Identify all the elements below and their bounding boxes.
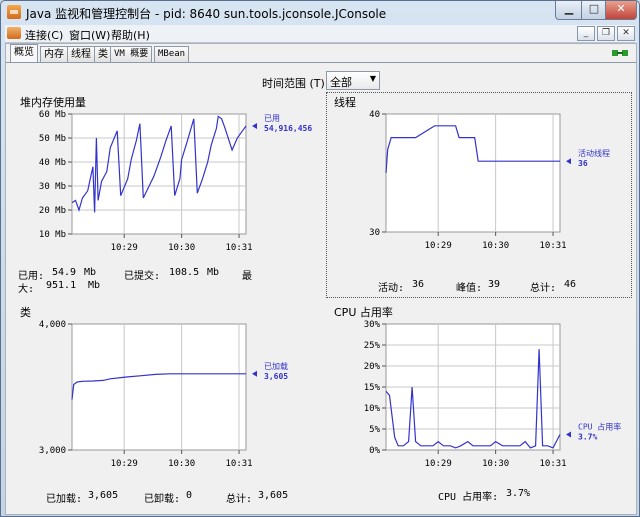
classes-loaded-value: 3,605 — [88, 490, 119, 501]
menu-help[interactable]: 帮助(H) — [111, 27, 150, 43]
y-tick-label: 15% — [364, 383, 381, 393]
tab-threads[interactable]: 线程 — [67, 46, 95, 62]
menu-bar: 连接(C) 窗口(W) 帮助(H) _ ❐ ✕ — [5, 25, 635, 43]
title-bar[interactable]: Java 监视和管理控制台 - pid: 8640 sun.tools.jcon… — [1, 1, 639, 23]
classes-loaded-label: 已加载: — [46, 494, 83, 505]
connected-icon — [612, 50, 628, 56]
threads-total-label: 总计: — [530, 283, 557, 294]
plot-area — [385, 113, 561, 233]
menu-window[interactable]: 窗口(W) — [69, 27, 110, 43]
heap-max-label-b: 大: — [18, 284, 35, 295]
y-tick-label: 40 Mb — [39, 158, 66, 168]
heap-max-label-a: 最 — [242, 271, 252, 282]
threads-peak-value: 39 — [488, 279, 501, 290]
series-value-label: 3.7% — [578, 432, 597, 441]
y-tick-label: 60 Mb — [39, 110, 66, 120]
close-button[interactable]: ✕ — [605, 1, 637, 20]
inner-restore-button[interactable]: ❐ — [597, 26, 615, 41]
inner-close-button[interactable]: ✕ — [617, 26, 635, 41]
x-tick-label: 10:29 — [425, 459, 452, 469]
series-label: CPU 占用率 — [578, 421, 621, 431]
cpu-usage-label: CPU 占用率: — [438, 492, 499, 503]
series-value-label: 54,916,456 — [264, 124, 312, 133]
series-value-label: 36 — [578, 159, 588, 168]
y-tick-label: 30 — [369, 228, 380, 238]
y-tick-label: 30% — [364, 320, 381, 330]
classes-unloaded-value: 0 — [186, 490, 193, 501]
y-tick-label: 0% — [369, 446, 380, 456]
overview-content: 概览 内存 线程 类 VM 概要 MBean 时间范围 (T): 全部 ▼ 堆内… — [5, 43, 637, 515]
time-range-label: 时间范围 (T): — [262, 77, 329, 90]
tab-mbean[interactable]: MBean — [154, 46, 190, 62]
jconsole-icon — [7, 27, 21, 39]
classes-total-label: 总计: — [226, 494, 253, 505]
time-range-select[interactable]: 全部 ▼ — [326, 71, 380, 90]
threads-live-label: 活动: — [378, 283, 405, 294]
inner-minimize-button[interactable]: _ — [577, 26, 595, 41]
y-tick-label: 40 — [369, 110, 380, 120]
classes-total-value: 3,605 — [258, 490, 289, 501]
x-tick-label: 10:31 — [225, 459, 252, 469]
cpu-usage-value: 3.7% — [506, 488, 531, 499]
x-tick-label: 10:30 — [168, 243, 195, 253]
y-tick-label: 25% — [364, 341, 381, 351]
x-tick-label: 10:29 — [111, 243, 138, 253]
series-label: 活动线程 — [578, 148, 610, 158]
minimize-button[interactable]: ▁ — [555, 1, 583, 20]
series-marker-icon — [566, 431, 571, 438]
series-value-label: 3,605 — [264, 372, 288, 381]
chevron-down-icon: ▼ — [369, 74, 376, 83]
heap-chart: 60 Mb 50 Mb 40 Mb 30 Mb 20 Mb 10 Mb 10:29 10:30… — [39, 110, 312, 253]
tab-divider — [6, 62, 636, 63]
y-tick-label: 4,000 — [39, 320, 66, 330]
y-tick-label: 20 Mb — [39, 206, 66, 216]
series-marker-icon — [252, 123, 257, 129]
y-tick-label: 10 Mb — [39, 230, 66, 240]
threads-chart: 40 30 10:29 10:30 10:31 活动线程36 — [369, 110, 610, 251]
series-marker-icon — [252, 370, 257, 377]
x-tick-label: 10:30 — [168, 459, 195, 469]
plot-area — [71, 323, 247, 451]
heap-committed-value: 108.5 — [169, 267, 200, 278]
heap-max-unit: Mb — [88, 280, 101, 291]
series-label: 已加载 — [264, 361, 288, 371]
classes-chart: 4,000 3,000 10:29 10:30 10:31 已加载3,605 — [39, 320, 288, 469]
x-tick-label: 10:31 — [539, 241, 566, 251]
heap-used-value: 54.9 — [52, 267, 77, 278]
cpu-chart: 30% 25% 20% 15% 10% 5% 0% 10:29 10:30 10:31 CPU 占用… — [364, 320, 622, 469]
tab-overview[interactable]: 概览 — [10, 44, 38, 63]
tab-vm-summary[interactable]: VM 概要 — [110, 46, 153, 62]
java-cup-icon — [7, 5, 21, 19]
x-tick-label: 10:29 — [111, 459, 138, 469]
plot-area — [71, 113, 247, 235]
heap-committed-unit: Mb — [207, 267, 220, 278]
series-label: 已用 — [264, 114, 280, 123]
y-tick-label: 5% — [369, 425, 380, 435]
threads-total-value: 46 — [564, 279, 577, 290]
threads-peak-label: 峰值: — [456, 283, 483, 294]
heap-used-unit: Mb — [84, 267, 97, 278]
x-tick-label: 10:31 — [225, 243, 252, 253]
y-tick-label: 10% — [364, 404, 381, 414]
heap-committed-label: 已提交: — [124, 271, 161, 282]
y-tick-label: 50 Mb — [39, 134, 66, 144]
menu-connection[interactable]: 连接(C) — [25, 27, 63, 43]
app-window: Java 监视和管理控制台 - pid: 8640 sun.tools.jcon… — [0, 0, 640, 517]
series-marker-icon — [566, 158, 571, 165]
threads-live-value: 36 — [412, 279, 425, 290]
x-tick-label: 10:29 — [425, 241, 452, 251]
x-tick-label: 10:30 — [482, 241, 509, 251]
y-tick-label: 3,000 — [39, 446, 66, 456]
x-tick-label: 10:31 — [539, 459, 566, 469]
x-tick-label: 10:30 — [482, 459, 509, 469]
heap-max-value: 951.1 — [46, 280, 77, 291]
tab-memory[interactable]: 内存 — [40, 46, 68, 62]
maximize-button[interactable]: □ — [581, 1, 607, 20]
y-tick-label: 30 Mb — [39, 182, 66, 192]
time-range-value: 全部 — [330, 76, 352, 89]
classes-unloaded-label: 已卸载: — [144, 494, 181, 505]
window-title: Java 监视和管理控制台 - pid: 8640 sun.tools.jcon… — [26, 7, 387, 21]
y-tick-label: 20% — [364, 362, 381, 372]
